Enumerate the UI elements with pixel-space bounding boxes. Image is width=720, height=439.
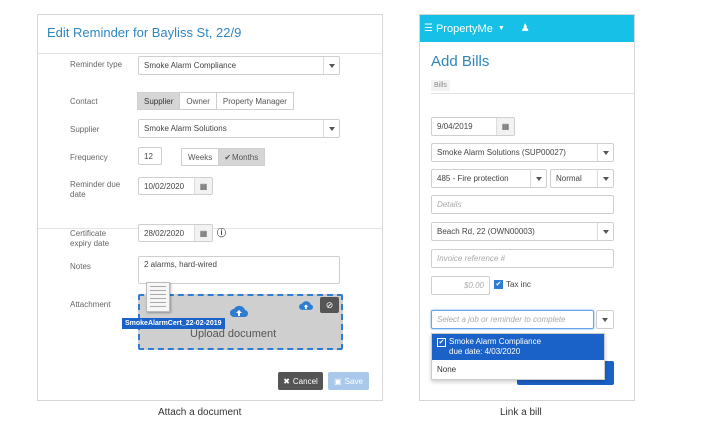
contact-option-supplier[interactable]: Supplier xyxy=(137,92,181,110)
details-input[interactable]: Details xyxy=(431,195,614,214)
link-job-reminder-select[interactable]: Select a job or reminder to complete xyxy=(431,310,594,329)
page-title: Add Bills xyxy=(431,53,490,70)
calendar-icon[interactable]: ▦ xyxy=(194,225,212,241)
add-bills-panel: ☰ PropertyMe ▼ ♟ Add Bills Bills 9/04/20… xyxy=(419,14,635,401)
option-due-date: due date: 4/03/2020 xyxy=(449,347,521,356)
cancel-button[interactable]: ✖ Cancel xyxy=(278,372,323,390)
priority-value: Normal xyxy=(556,174,582,183)
user-icon[interactable]: ♟ xyxy=(521,23,530,34)
link-placeholder: Select a job or reminder to complete xyxy=(437,315,566,324)
save-label: Save xyxy=(344,376,363,386)
bill-date-value: 9/04/2019 xyxy=(437,122,473,131)
property-select[interactable]: Beach Rd, 22 (OWN00003) xyxy=(431,222,614,241)
dropdown-option-none[interactable]: None xyxy=(432,360,604,379)
frequency-input[interactable]: 12 xyxy=(138,147,162,165)
frequency-label: Frequency xyxy=(70,153,108,162)
link-dropdown-menu: ✔ Smoke Alarm Compliance due date: 4/03/2… xyxy=(431,333,605,380)
cert-expiry-input[interactable]: 28/02/2020 ▦ xyxy=(138,224,213,242)
due-date-value: 10/02/2020 xyxy=(144,181,185,191)
due-date-label: Reminder due date xyxy=(70,180,121,199)
chevron-down-icon xyxy=(597,170,613,187)
amount-placeholder: $0.00 xyxy=(463,281,484,290)
document-thumbnail[interactable] xyxy=(146,282,170,312)
checkbox-icon[interactable]: ✔ xyxy=(494,280,503,289)
contact-option-property-manager[interactable]: Property Manager xyxy=(215,92,294,110)
caption-right: Link a bill xyxy=(500,407,542,418)
unit-months-label: Months xyxy=(232,152,259,162)
invoice-reference-input[interactable]: Invoice reference # xyxy=(431,249,614,268)
chevron-down-icon[interactable]: ▼ xyxy=(498,25,505,32)
option-title: Smoke Alarm Compliance xyxy=(449,337,542,346)
supplier-value: Smoke Alarm Solutions (SUP00027) xyxy=(437,148,566,157)
edit-reminder-panel: Edit Reminder for Bayliss St, 22/9 Remin… xyxy=(37,14,383,401)
invoice-placeholder: Invoice reference # xyxy=(437,254,506,263)
save-icon: ▣ xyxy=(334,376,342,386)
chevron-down-icon xyxy=(323,120,339,137)
chevron-down-icon xyxy=(597,144,613,161)
unit-weeks[interactable]: Weeks xyxy=(181,148,220,166)
brand-name[interactable]: PropertyMe xyxy=(436,23,493,35)
save-button[interactable]: ▣ Save xyxy=(328,372,369,390)
panel-title: Edit Reminder for Bayliss St, 22/9 xyxy=(47,25,242,40)
details-placeholder: Details xyxy=(437,200,462,209)
chevron-down-icon xyxy=(323,57,339,74)
cert-expiry-value: 28/02/2020 xyxy=(144,228,185,238)
frequency-unit-toggle: Weeks ✔ Months xyxy=(181,148,266,166)
amount-input[interactable]: $0.00 xyxy=(431,276,490,295)
notes-label: Notes xyxy=(70,262,91,271)
tax-inc-label: Tax inc xyxy=(506,280,531,289)
link-dropdown-toggle[interactable] xyxy=(596,310,614,329)
divider xyxy=(38,53,382,54)
top-nav: ☰ PropertyMe ▼ ♟ xyxy=(420,15,634,42)
cancel-label: Cancel xyxy=(292,376,318,386)
menu-icon[interactable]: ☰ xyxy=(424,23,433,34)
cloud-upload-icon xyxy=(230,305,249,318)
account-select[interactable]: 485 - Fire protection xyxy=(431,169,547,188)
cert-expiry-label: Certificate expiry date xyxy=(70,229,110,248)
attachment-label: Attachment xyxy=(70,300,111,309)
breadcrumb[interactable]: Bills xyxy=(431,80,450,91)
supplier-value: Smoke Alarm Solutions xyxy=(144,124,227,133)
reminder-type-label: Reminder type xyxy=(70,60,123,69)
checkbox-icon: ✔ xyxy=(437,338,446,347)
info-icon: ⓘ xyxy=(217,228,227,238)
close-icon: ✖ xyxy=(283,376,290,386)
calendar-icon[interactable]: ▦ xyxy=(194,178,212,194)
contact-toggle: Supplier Owner Property Manager xyxy=(137,92,294,110)
cloud-upload-icon[interactable] xyxy=(298,299,314,313)
notes-textarea[interactable]: 2 alarms, hard-wired xyxy=(138,256,340,284)
account-value: 485 - Fire protection xyxy=(437,174,509,183)
file-name-tag: SmokeAlarmCert_22-02-2019 xyxy=(122,318,225,329)
property-value: Beach Rd, 22 (OWN00003) xyxy=(437,227,535,236)
divider xyxy=(431,93,634,94)
chevron-down-icon xyxy=(597,311,613,328)
unit-months[interactable]: ✔ Months xyxy=(218,148,266,166)
dropdown-option-reminder[interactable]: ✔ Smoke Alarm Compliance due date: 4/03/2… xyxy=(432,334,604,360)
due-date-input[interactable]: 10/02/2020 ▦ xyxy=(138,177,213,195)
chevron-down-icon xyxy=(530,170,546,187)
supplier-label: Supplier xyxy=(70,125,100,134)
priority-select[interactable]: Normal xyxy=(550,169,614,188)
reminder-type-value: Smoke Alarm Compliance xyxy=(144,61,237,70)
bill-date-input[interactable]: 9/04/2019 ▦ xyxy=(431,117,515,136)
reminder-type-select[interactable]: Smoke Alarm Compliance xyxy=(138,56,340,75)
supplier-select[interactable]: Smoke Alarm Solutions (SUP00027) xyxy=(431,143,614,162)
frequency-value: 12 xyxy=(144,151,153,161)
contact-label: Contact xyxy=(70,97,98,106)
contact-option-owner[interactable]: Owner xyxy=(179,92,217,110)
caption-left: Attach a document xyxy=(158,407,242,418)
supplier-select[interactable]: Smoke Alarm Solutions xyxy=(138,119,340,138)
paperclip-icon[interactable]: ⊘ xyxy=(320,297,339,313)
chevron-down-icon xyxy=(597,223,613,240)
upload-text: Upload document xyxy=(190,328,277,340)
calendar-icon[interactable]: ▦ xyxy=(496,118,514,135)
